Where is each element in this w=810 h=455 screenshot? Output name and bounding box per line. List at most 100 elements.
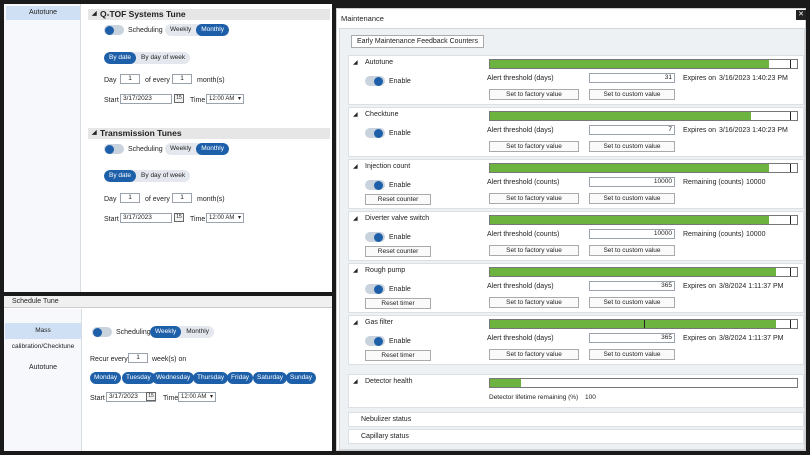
day-thursday[interactable]: Thursday	[193, 372, 229, 384]
months-label: month(s)	[197, 196, 225, 203]
mode-toggle[interactable]: By date By day of week	[104, 52, 191, 64]
day-wednesday[interactable]: Wednesday	[152, 372, 195, 384]
day-input[interactable]: 1	[120, 74, 140, 84]
tab-early-maintenance[interactable]: Early Maintenance Feedback Counters	[351, 35, 485, 48]
calendar-icon[interactable]: 15	[146, 392, 156, 401]
custom-value-button[interactable]: Set to custom value	[589, 245, 675, 256]
of-every-label: of every	[145, 77, 170, 84]
window-title: Maintenance	[341, 14, 384, 23]
enable-toggle[interactable]	[365, 128, 385, 138]
factory-value-button[interactable]: Set to factory value	[489, 89, 579, 100]
frequency-toggle[interactable]: Weekly Monthly	[150, 326, 214, 338]
factory-value-button[interactable]: Set to factory value	[489, 141, 579, 152]
status-label: Expires on	[683, 335, 717, 342]
threshold-input[interactable]: 365	[589, 281, 675, 291]
enable-toggle[interactable]	[365, 284, 385, 294]
day-tuesday[interactable]: Tuesday	[122, 372, 155, 384]
status-label: Remaining (counts)	[683, 179, 744, 186]
custom-value-button[interactable]: Set to custom value	[589, 349, 675, 360]
maintenance-body: Early Maintenance Feedback Counters ◢ Aut…	[339, 28, 805, 450]
weekly-option[interactable]: Weekly	[165, 143, 196, 155]
nav-item-autotune[interactable]: Autotune	[5, 361, 81, 375]
monthly-option[interactable]: Monthly	[196, 24, 229, 36]
day-label: Day	[104, 77, 117, 84]
factory-value-button[interactable]: Set to factory value	[489, 297, 579, 308]
calendar-icon[interactable]: 15	[174, 94, 184, 103]
frequency-toggle[interactable]: Weekly Monthly	[165, 143, 229, 155]
day-sunday[interactable]: Sunday	[286, 372, 317, 384]
capillary-status-row[interactable]: Capillary status	[348, 429, 804, 444]
enable-toggle[interactable]	[365, 336, 385, 346]
day-monday[interactable]: Monday	[90, 372, 122, 384]
enable-toggle[interactable]	[365, 180, 385, 190]
close-icon[interactable]: ✕	[796, 10, 806, 20]
counter-name: Detector health	[365, 378, 413, 385]
threshold-input[interactable]: 365	[589, 333, 675, 343]
nav-item-autotune[interactable]: Autotune	[6, 6, 80, 20]
factory-value-button[interactable]: Set to factory value	[489, 193, 579, 204]
counter-name: Injection count	[365, 163, 411, 170]
reset-button[interactable]: Reset timer	[365, 298, 431, 309]
enable-label: Enable	[389, 338, 411, 345]
custom-value-button[interactable]: Set to custom value	[589, 89, 675, 100]
section-header-transmission[interactable]: ◢ Transmission Tunes	[88, 128, 330, 139]
reset-button[interactable]: Reset timer	[365, 350, 431, 361]
threshold-input[interactable]: 10000	[589, 177, 675, 187]
reset-button[interactable]: Reset counter	[365, 246, 431, 257]
threshold-input[interactable]: 31	[589, 73, 675, 83]
section-header-qtof[interactable]: ◢ Q-TOF Systems Tune	[88, 9, 330, 20]
reset-button[interactable]: Reset counter	[365, 194, 431, 205]
counter-name: Diverter valve switch	[365, 215, 430, 222]
threshold-label: Alert threshold (days)	[487, 75, 554, 82]
status-value: 3/8/2024 1:11:37 PM	[719, 283, 784, 290]
scheduling-toggle[interactable]	[104, 25, 124, 35]
start-date-input[interactable]: 3/17/2023	[120, 213, 172, 223]
custom-value-button[interactable]: Set to custom value	[589, 297, 675, 308]
by-day-of-week-option[interactable]: By day of week	[136, 170, 190, 182]
progress-bar	[489, 59, 798, 69]
day-input[interactable]: 1	[120, 193, 140, 203]
monthly-option[interactable]: Monthly	[196, 143, 229, 155]
enable-toggle[interactable]	[365, 232, 385, 242]
nebulizer-status-row[interactable]: Nebulizer status	[348, 412, 804, 427]
factory-value-button[interactable]: Set to factory value	[489, 349, 579, 360]
monthly-option[interactable]: Monthly	[181, 326, 214, 338]
time-select[interactable]: 12:00 AM	[206, 213, 244, 223]
time-select[interactable]: 12:00 AM	[206, 94, 244, 104]
day-saturday[interactable]: Saturday	[253, 372, 288, 384]
threshold-input[interactable]: 7	[589, 125, 675, 135]
threshold-input[interactable]: 10000	[589, 229, 675, 239]
by-day-of-week-option[interactable]: By day of week	[136, 52, 190, 64]
collapse-icon: ◢	[353, 60, 358, 66]
of-every-label: of every	[145, 196, 170, 203]
threshold-label: Alert threshold (days)	[487, 127, 554, 134]
start-date-input[interactable]: 3/17/2023	[120, 94, 172, 104]
months-input[interactable]: 1	[172, 193, 192, 203]
enable-toggle[interactable]	[365, 76, 385, 86]
factory-value-button[interactable]: Set to factory value	[489, 245, 579, 256]
day-friday[interactable]: Friday	[227, 372, 254, 384]
collapse-icon: ◢	[353, 379, 358, 385]
threshold-label: Alert threshold (days)	[487, 283, 554, 290]
weekly-option[interactable]: Weekly	[150, 326, 182, 338]
scheduling-toggle[interactable]	[104, 144, 124, 154]
custom-value-button[interactable]: Set to custom value	[589, 141, 675, 152]
months-input[interactable]: 1	[172, 74, 192, 84]
time-select[interactable]: 12:00 AM	[178, 392, 216, 402]
status-label: Expires on	[683, 75, 717, 82]
nav-item-mass-calibration[interactable]: Mass calibration/Checktune	[5, 323, 81, 350]
scheduling-toggle[interactable]	[92, 327, 112, 337]
by-date-option[interactable]: By date	[104, 170, 137, 182]
status-value: 10000	[746, 179, 766, 186]
by-date-option[interactable]: By date	[104, 52, 137, 64]
collapse-icon: ◢	[353, 320, 358, 326]
progress-bar	[489, 378, 798, 388]
frequency-toggle[interactable]: Weekly Monthly	[165, 24, 229, 36]
recur-input[interactable]: 1	[128, 353, 148, 363]
enable-label: Enable	[389, 234, 411, 241]
mode-toggle[interactable]: By date By day of week	[104, 170, 191, 182]
weekly-option[interactable]: Weekly	[165, 24, 196, 36]
threshold-label: Alert threshold (counts)	[487, 179, 560, 186]
calendar-icon[interactable]: 15	[174, 213, 184, 222]
custom-value-button[interactable]: Set to custom value	[589, 193, 675, 204]
